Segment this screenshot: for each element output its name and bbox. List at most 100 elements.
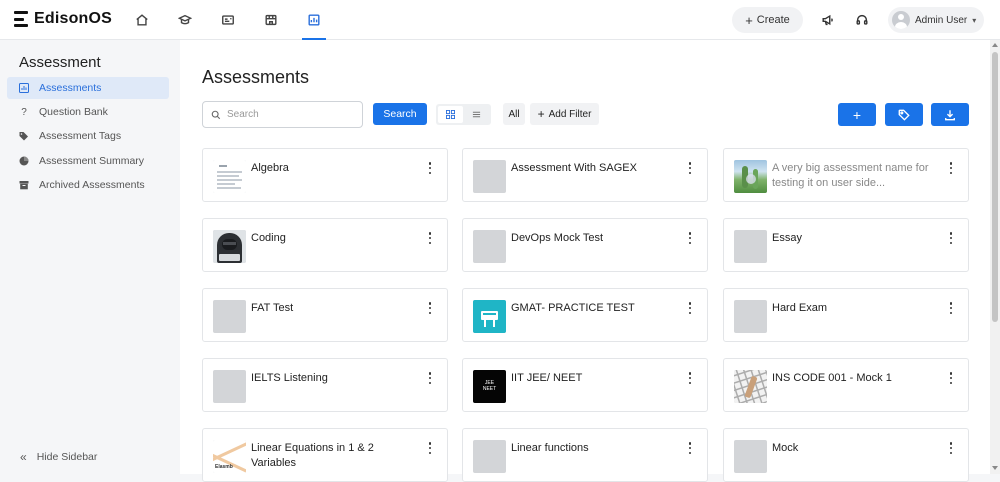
megaphone-icon[interactable] (818, 10, 838, 30)
more-options-icon[interactable] (687, 162, 693, 174)
assessment-thumbnail (734, 230, 767, 263)
nav-assessment-icon[interactable] (300, 0, 328, 40)
user-menu[interactable]: Admin User ▾ (888, 7, 984, 33)
sidebar: Assessment Assessments ? Question Bank A… (0, 40, 180, 474)
more-options-icon[interactable] (948, 302, 954, 314)
headset-icon[interactable] (852, 10, 872, 30)
assessment-title[interactable]: Essay (772, 231, 942, 246)
assessment-card[interactable]: INS CODE 001 - Mock 1 (723, 358, 969, 412)
assessment-title[interactable]: DevOps Mock Test (511, 231, 681, 246)
search-input[interactable] (227, 109, 347, 120)
more-options-icon[interactable] (948, 232, 954, 244)
assessment-thumbnail (734, 370, 767, 403)
plus-icon: + (745, 12, 753, 28)
assessment-card[interactable]: IELTS Listening (202, 358, 448, 412)
assessment-title[interactable]: INS CODE 001 - Mock 1 (772, 371, 942, 386)
more-options-icon[interactable] (687, 302, 693, 314)
assessment-thumbnail (473, 160, 506, 193)
linear-thumb-text: Elasmb (215, 464, 233, 470)
list-view-button[interactable] (465, 106, 490, 123)
sidebar-title: Assessment (19, 54, 101, 71)
nav-storefront-icon[interactable] (257, 0, 285, 40)
app-logo[interactable]: EdisonOS (14, 10, 112, 28)
assessment-card[interactable]: GMAT- PRACTICE TEST (462, 288, 708, 342)
add-filter-label: Add Filter (548, 108, 592, 120)
sidebar-item-assessment-summary[interactable]: Assessment Summary (7, 150, 169, 172)
nav-home-icon[interactable] (128, 0, 156, 40)
assessment-card[interactable]: Hard Exam (723, 288, 969, 342)
scroll-down-icon[interactable] (992, 466, 998, 470)
list-icon (473, 111, 481, 118)
assessment-card[interactable]: Essay (723, 218, 969, 272)
double-chevron-left-icon: « (20, 450, 27, 464)
top-bar: EdisonOS + Create Admin User ▾ (0, 0, 1000, 40)
assessment-thumbnail (213, 230, 246, 263)
assessment-title[interactable]: Hard Exam (772, 301, 942, 316)
assessment-card[interactable]: Algebra (202, 148, 448, 202)
download-button[interactable] (931, 103, 969, 126)
more-options-icon[interactable] (427, 442, 433, 454)
tags-button[interactable] (885, 103, 923, 126)
assessment-title[interactable]: GMAT- PRACTICE TEST (511, 301, 681, 316)
sidebar-item-label: Archived Assessments (39, 179, 145, 191)
assessment-thumbnail (473, 440, 506, 473)
more-options-icon[interactable] (687, 232, 693, 244)
question-icon: ? (21, 106, 27, 118)
assessment-title[interactable]: Mock (772, 441, 942, 456)
scrollbar[interactable] (990, 40, 1000, 474)
view-toggle (436, 104, 491, 125)
more-options-icon[interactable] (427, 232, 433, 244)
sidebar-item-assessment-tags[interactable]: Assessment Tags (7, 125, 169, 147)
filter-all-chip[interactable]: All (503, 103, 525, 125)
nav-graduation-cap-icon[interactable] (171, 0, 199, 40)
more-options-icon[interactable] (687, 442, 693, 454)
nav-id-card-icon[interactable] (214, 0, 242, 40)
assessment-title[interactable]: Linear Equations in 1 & 2 Variables (251, 441, 421, 471)
sidebar-item-assessments[interactable]: Assessments (7, 77, 169, 99)
assessment-title[interactable]: IELTS Listening (251, 371, 421, 386)
search-button[interactable]: Search (373, 103, 427, 125)
assessment-card[interactable]: JEE NEET IIT JEE/ NEET (462, 358, 708, 412)
more-options-icon[interactable] (948, 162, 954, 174)
sidebar-item-question-bank[interactable]: ? Question Bank (7, 101, 169, 123)
user-name: Admin User (915, 14, 968, 26)
sidebar-item-archived-assessments[interactable]: Archived Assessments (7, 174, 169, 196)
chevron-down-icon: ▾ (972, 15, 977, 25)
assessment-title[interactable]: FAT Test (251, 301, 421, 316)
more-options-icon[interactable] (427, 372, 433, 384)
hide-sidebar-button[interactable]: « Hide Sidebar (20, 450, 97, 464)
more-options-icon[interactable] (427, 162, 433, 174)
assessment-thumbnail (473, 300, 506, 333)
sidebar-item-label: Question Bank (39, 106, 108, 118)
create-button[interactable]: + Create (732, 7, 803, 33)
add-filter-button[interactable]: + Add Filter (530, 103, 599, 125)
assessment-card[interactable]: Assessment With SAGEX (462, 148, 708, 202)
archive-icon (19, 180, 29, 190)
assessment-title[interactable]: Linear functions (511, 441, 681, 456)
assessment-thumbnail: Elasmb (213, 440, 246, 473)
assessment-card[interactable]: DevOps Mock Test (462, 218, 708, 272)
avatar (892, 11, 910, 29)
more-options-icon[interactable] (948, 442, 954, 454)
more-options-icon[interactable] (687, 372, 693, 384)
more-options-icon[interactable] (427, 302, 433, 314)
assessment-title[interactable]: A very big assessment name for testing i… (772, 161, 942, 191)
assessment-title[interactable]: Algebra (251, 161, 421, 176)
assessment-icon (19, 83, 29, 93)
app-name: EdisonOS (34, 10, 113, 27)
assessment-thumbnail (734, 300, 767, 333)
assessment-title[interactable]: Assessment With SAGEX (511, 161, 681, 176)
add-assessment-button[interactable]: + (838, 103, 876, 126)
search-field[interactable] (202, 101, 363, 128)
assessment-card[interactable]: Coding (202, 218, 448, 272)
assessment-card[interactable]: FAT Test (202, 288, 448, 342)
scrollbar-thumb[interactable] (992, 52, 998, 322)
jee-thumb-text: JEE NEET (482, 380, 497, 392)
more-options-icon[interactable] (948, 372, 954, 384)
assessment-title[interactable]: Coding (251, 231, 421, 246)
grid-view-button[interactable] (438, 106, 463, 123)
scroll-up-icon[interactable] (992, 43, 998, 47)
assessment-card[interactable]: A very big assessment name for testing i… (723, 148, 969, 202)
assessment-title[interactable]: IIT JEE/ NEET (511, 371, 681, 386)
page-title: Assessments (202, 67, 310, 87)
